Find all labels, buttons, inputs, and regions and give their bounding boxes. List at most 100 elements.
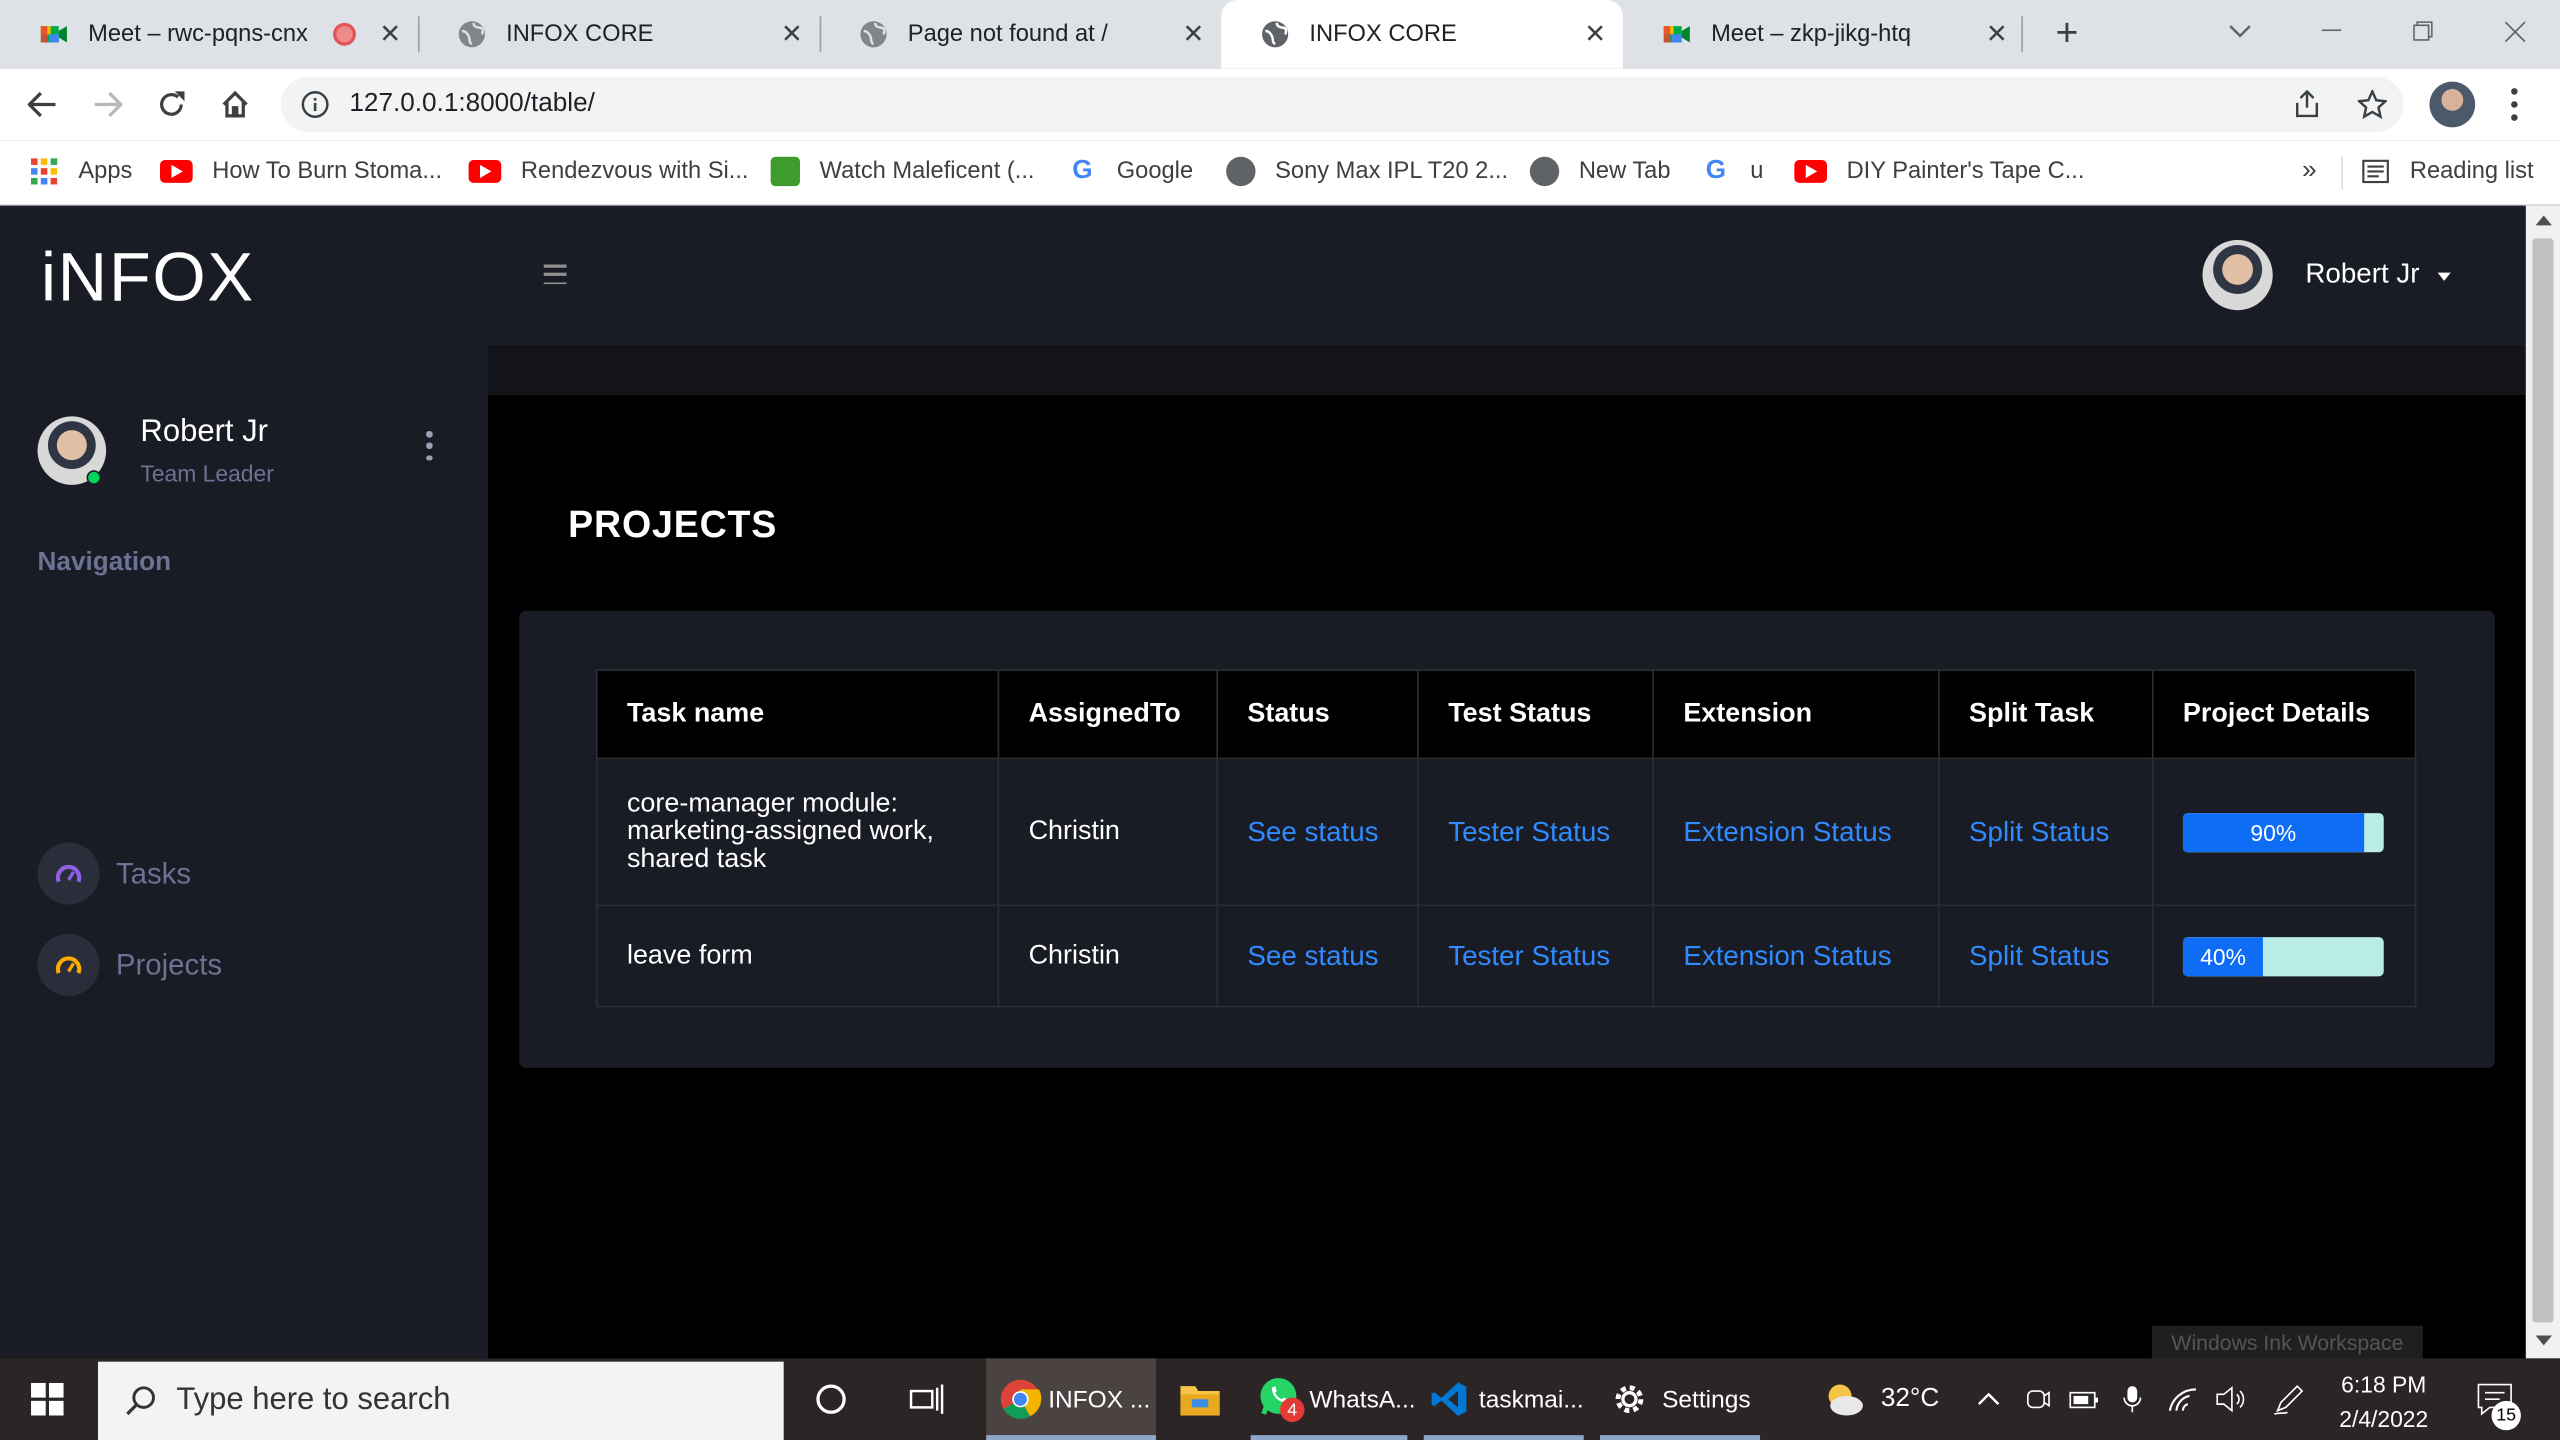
bookmark-item[interactable]: G u — [1701, 153, 1764, 189]
taskbar-search-input[interactable]: Type here to search — [97, 1361, 784, 1440]
browser-tab-active[interactable]: INFOX CORE ✕ — [1221, 0, 1623, 69]
taskbar-app-whatsapp[interactable]: 4 WhatsA... — [1250, 1358, 1416, 1440]
bookmark-item[interactable]: Watch Maleficent (... — [770, 153, 1035, 189]
bookmark-apps[interactable]: Apps — [29, 153, 132, 189]
battery-icon[interactable] — [2067, 1358, 2103, 1440]
close-tab-icon[interactable]: ✕ — [1580, 20, 1609, 49]
bookmark-item[interactable]: New Tab — [1529, 153, 1671, 189]
restore-icon[interactable] — [2380, 0, 2465, 62]
share-icon[interactable] — [2292, 89, 2321, 119]
see-status-link[interactable]: See status — [1247, 940, 1378, 971]
new-tab-icon[interactable]: + — [2046, 11, 2088, 55]
bookmark-item[interactable]: G Google — [1068, 153, 1193, 189]
close-tab-icon[interactable]: ✕ — [376, 20, 405, 49]
taskbar-app-explorer[interactable] — [1167, 1358, 1232, 1440]
weather-sun-cloud-icon — [1828, 1384, 1863, 1416]
profile-dropdown[interactable]: Robert Jr — [2305, 258, 2419, 291]
task-view-icon[interactable] — [900, 1358, 956, 1440]
video-icon — [770, 156, 801, 187]
tester-status-link[interactable]: Tester Status — [1448, 816, 1610, 847]
main-content: PROJECTS Task name AssignedTo Status Tes… — [488, 395, 2526, 1359]
home-icon[interactable] — [212, 82, 258, 128]
browser-tab[interactable]: Meet – zkp-jikg-htq ✕ — [1623, 0, 2025, 69]
brand-logo[interactable]: iNFOX — [41, 238, 255, 316]
app-topbar: iNFOX Robert Jr — [0, 205, 2526, 347]
projects-table: Task name AssignedTo Status Test Status … — [595, 669, 2417, 1008]
address-bar[interactable]: 127.0.0.1:8000/table/ — [280, 76, 2404, 133]
caret-down-icon[interactable] — [2437, 272, 2451, 281]
split-status-link[interactable]: Split Status — [1969, 816, 2109, 847]
reading-list-label: Reading list — [2409, 158, 2534, 185]
sidebar-item-projects[interactable]: Projects — [37, 932, 463, 997]
minimize-icon[interactable] — [2289, 0, 2374, 62]
more-options-icon[interactable] — [423, 431, 436, 461]
speedometer-icon — [37, 933, 100, 996]
forward-icon[interactable] — [85, 82, 131, 128]
reading-list-button[interactable]: Reading list — [2361, 153, 2534, 189]
bookmark-item[interactable]: Rendezvous with Si... — [468, 153, 748, 189]
windows-taskbar: Type here to search INFOX ... 4 WhatsA..… — [0, 1358, 2560, 1440]
progress-fill: 40% — [2182, 936, 2264, 976]
extension-cell: Extension Status — [1652, 904, 1940, 1008]
column-header: Split Task — [1938, 669, 2154, 760]
start-button[interactable] — [0, 1358, 95, 1440]
close-tab-icon[interactable]: ✕ — [777, 20, 806, 49]
reload-icon[interactable] — [149, 82, 195, 128]
pen-ink-icon[interactable] — [2269, 1358, 2308, 1440]
scroll-down-icon[interactable] — [2535, 1335, 2552, 1346]
action-center-icon[interactable] — [2465, 1358, 2524, 1440]
file-explorer-icon — [1180, 1386, 1220, 1416]
taskbar-app-settings[interactable]: Settings — [1600, 1358, 1761, 1440]
clock-date: 2/4/2022 — [2339, 1405, 2429, 1432]
wifi-icon[interactable] — [2165, 1358, 2201, 1440]
tab-title: Meet – zkp-jikg-htq — [1711, 21, 1912, 48]
taskbar-app-vscode[interactable]: taskmai... — [1423, 1358, 1584, 1440]
volume-icon[interactable] — [2212, 1358, 2248, 1440]
browser-tab[interactable]: Page not found at / ✕ — [820, 0, 1222, 69]
page-scrollbar[interactable] — [2525, 205, 2560, 1359]
extension-status-link[interactable]: Extension Status — [1683, 940, 1891, 971]
url-text[interactable]: 127.0.0.1:8000/table/ — [349, 90, 594, 119]
browser-menu-icon[interactable] — [2501, 85, 2527, 124]
bookmark-star-icon[interactable] — [2357, 89, 2388, 120]
meet-now-icon[interactable] — [2021, 1358, 2054, 1440]
sidebar-item-tasks[interactable]: Tasks — [37, 841, 463, 906]
browser-tab[interactable]: Meet – rwc-pqns-cnx ✕ — [0, 0, 418, 69]
cortana-icon[interactable] — [805, 1358, 857, 1440]
globe-icon — [1226, 156, 1256, 187]
split-status-link[interactable]: Split Status — [1969, 940, 2109, 971]
chevron-up-icon[interactable] — [1972, 1358, 2005, 1440]
weather-widget[interactable]: 32°C — [1822, 1358, 1939, 1440]
browser-profile-avatar[interactable] — [2429, 81, 2476, 128]
test-status-cell: Tester Status — [1417, 757, 1654, 907]
column-header: Project Details — [2151, 669, 2417, 760]
system-clock[interactable]: 6:18 PM 2/4/2022 — [2328, 1368, 2439, 1437]
bookmark-item[interactable]: How To Burn Stoma... — [160, 153, 442, 189]
bookmarks-overflow-icon[interactable]: » — [2302, 153, 2317, 189]
menu-toggle-icon[interactable] — [543, 264, 567, 285]
close-tab-icon[interactable]: ✕ — [1179, 20, 1208, 49]
taskbar-app-chrome[interactable]: INFOX ... — [986, 1358, 1156, 1440]
browser-toolbar: 127.0.0.1:8000/table/ — [0, 68, 2560, 141]
site-info-icon[interactable] — [300, 90, 329, 119]
avatar[interactable] — [2202, 240, 2273, 311]
browser-tab[interactable]: INFOX CORE ✕ — [418, 0, 820, 69]
tester-status-link[interactable]: Tester Status — [1448, 940, 1610, 971]
bookmark-item[interactable]: Sony Max IPL T20 2... — [1226, 153, 1508, 189]
close-window-icon[interactable] — [2472, 0, 2557, 62]
back-icon[interactable] — [20, 82, 66, 128]
microphone-icon[interactable] — [2119, 1358, 2145, 1440]
extension-status-link[interactable]: Extension Status — [1683, 816, 1891, 847]
google-meet-icon — [40, 26, 67, 43]
running-app-indicator — [1250, 1435, 1408, 1440]
clock-time: 6:18 PM — [2341, 1371, 2427, 1398]
close-tab-icon[interactable]: ✕ — [1982, 20, 2011, 49]
see-status-link[interactable]: See status — [1247, 816, 1378, 847]
bookmark-label: How To Burn Stoma... — [212, 158, 443, 185]
column-header: Extension — [1652, 669, 1940, 760]
scroll-up-icon[interactable] — [2535, 215, 2552, 226]
scrollbar-thumb[interactable] — [2532, 238, 2554, 1323]
bookmark-item[interactable]: DIY Painter's Tape C... — [1794, 153, 2084, 189]
tab-search-icon[interactable] — [2198, 0, 2283, 62]
tab-divider — [2021, 16, 2023, 53]
